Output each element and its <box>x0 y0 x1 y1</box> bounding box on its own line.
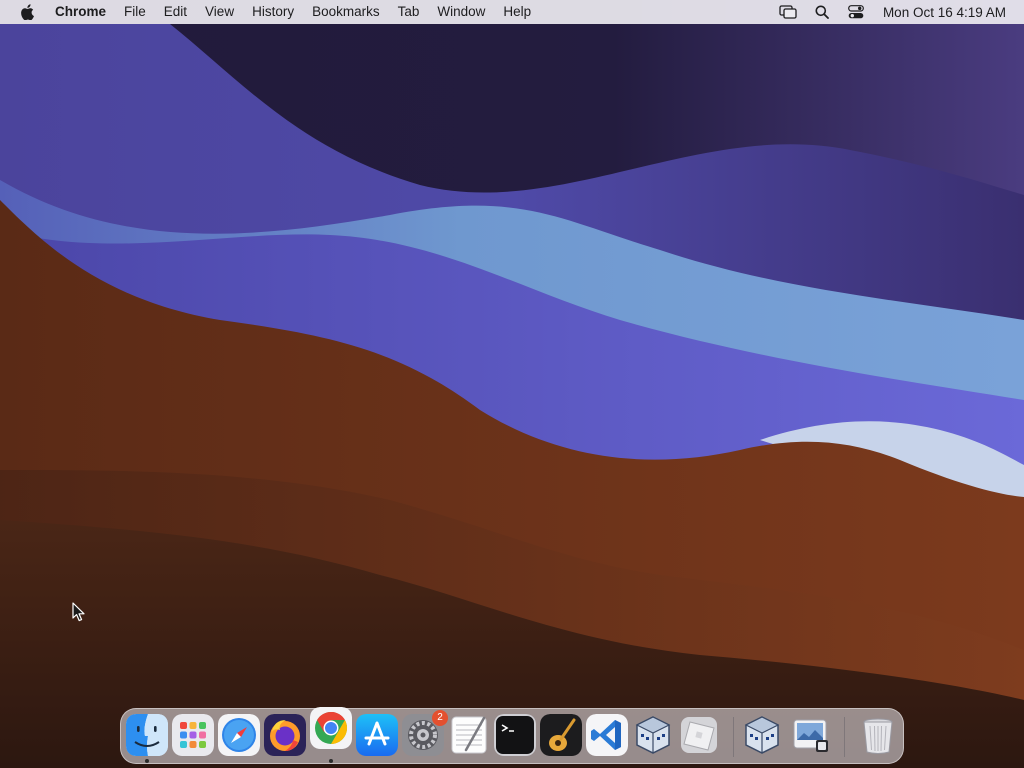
firefox-icon <box>264 714 306 756</box>
preview-icon <box>790 714 832 756</box>
menu-app-name[interactable]: Chrome <box>47 0 115 24</box>
notification-badge: 2 <box>432 710 448 726</box>
virtualbox-icon <box>741 714 783 756</box>
running-indicator <box>145 759 149 763</box>
dock-item-chrome[interactable] <box>310 707 352 763</box>
textedit-icon <box>448 714 490 756</box>
desktop-wallpaper <box>0 0 1024 768</box>
roblox-icon <box>678 714 720 756</box>
dock-item-vscode[interactable] <box>586 714 628 756</box>
dock-separator <box>733 717 734 757</box>
screen-mirroring-icon[interactable] <box>777 0 799 24</box>
menubar-clock[interactable]: Mon Oct 16 4:19 AM <box>873 5 1024 20</box>
terminal-icon <box>494 714 536 756</box>
apple-menu-icon[interactable] <box>17 2 37 22</box>
menu-file[interactable]: File <box>115 0 155 24</box>
menu-bookmarks[interactable]: Bookmarks <box>303 0 389 24</box>
dock-item-virtualbox[interactable] <box>632 714 674 756</box>
dock-item-garageband[interactable] <box>540 714 582 756</box>
dock-item-system-settings[interactable]: 2 <box>402 710 448 756</box>
vscode-icon <box>586 714 628 756</box>
dock-item-trash[interactable] <box>857 714 899 756</box>
virtualbox-icon <box>632 714 674 756</box>
app-store-icon <box>356 714 398 756</box>
dock-item-terminal[interactable] <box>494 714 536 756</box>
dock-item-app-store[interactable] <box>356 714 398 756</box>
dock: 2 <box>120 707 904 764</box>
running-indicator <box>329 759 333 763</box>
menu-view[interactable]: View <box>196 0 243 24</box>
menu-bar: Chrome File Edit View History Bookmarks … <box>0 0 1024 24</box>
dock-separator <box>844 717 845 757</box>
mouse-pointer-icon <box>72 602 85 622</box>
finder-icon <box>126 714 168 756</box>
dock-item-textedit[interactable] <box>448 714 490 756</box>
dock-item-finder[interactable] <box>126 714 168 763</box>
menu-history[interactable]: History <box>243 0 303 24</box>
dock-item-preview[interactable] <box>790 714 832 756</box>
chrome-icon <box>310 707 352 749</box>
safari-icon <box>218 714 260 756</box>
control-center-icon[interactable] <box>845 0 867 24</box>
dock-item-safari[interactable] <box>218 714 260 756</box>
dock-item-roblox[interactable] <box>678 714 720 756</box>
spotlight-search-icon[interactable] <box>811 0 833 24</box>
menu-window[interactable]: Window <box>428 0 494 24</box>
garageband-icon <box>540 714 582 756</box>
dock-item-launchpad[interactable] <box>172 714 214 756</box>
menu-edit[interactable]: Edit <box>155 0 196 24</box>
dock-item-virtualbox-extra[interactable] <box>741 714 783 756</box>
trash-icon <box>857 714 899 756</box>
launchpad-icon <box>172 714 214 756</box>
menu-tab[interactable]: Tab <box>389 0 429 24</box>
menu-help[interactable]: Help <box>494 0 540 24</box>
dock-item-firefox[interactable] <box>264 714 306 756</box>
